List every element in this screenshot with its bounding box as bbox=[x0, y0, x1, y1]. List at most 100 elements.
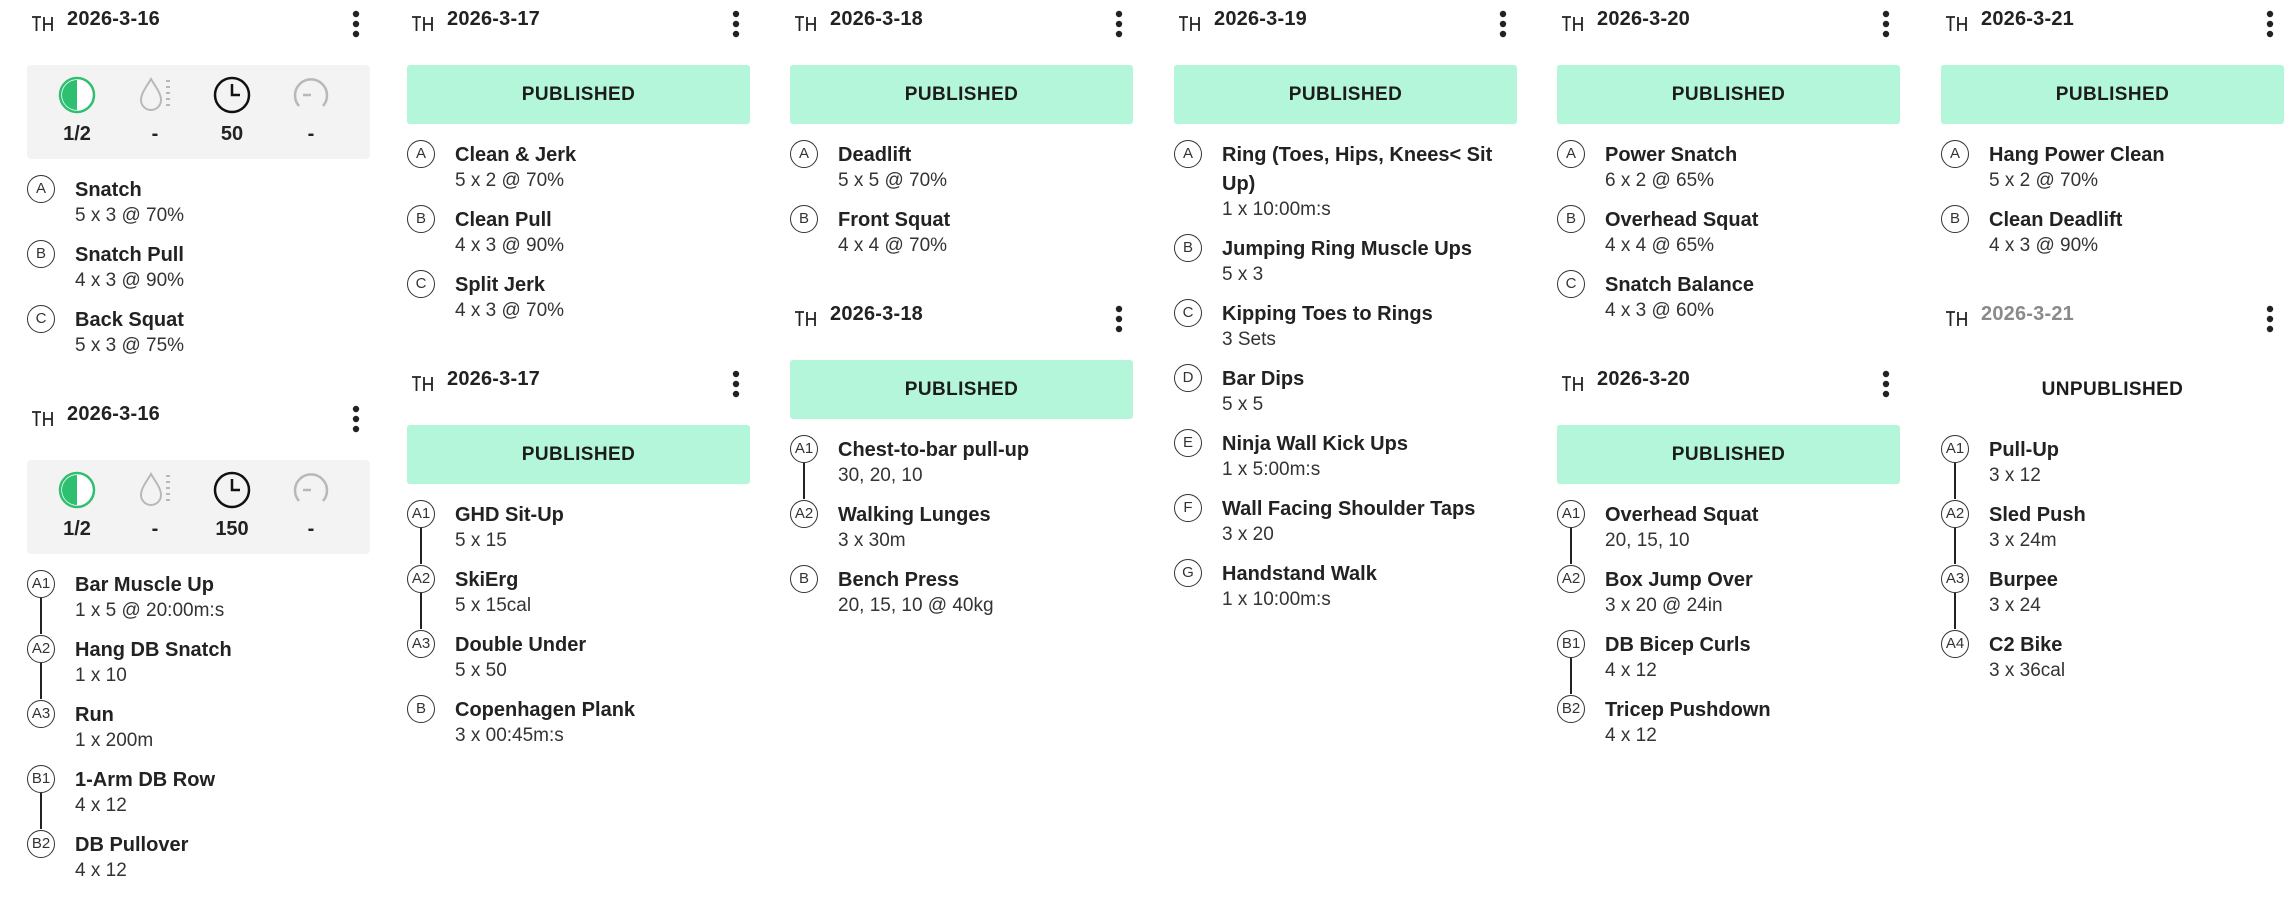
exercise-badge: G bbox=[1174, 559, 1202, 587]
workout-date: 2026-3-21 bbox=[1981, 8, 2074, 30]
kebab-menu-icon[interactable] bbox=[1872, 6, 1900, 42]
list-item[interactable]: B Jumping Ring Muscle Ups 5 x 3 bbox=[1174, 231, 1517, 296]
list-item[interactable]: A4 C2 Bike 3 x 36cal bbox=[1941, 627, 2284, 692]
list-item[interactable]: B Snatch Pull 4 x 3 @ 90% bbox=[27, 237, 370, 302]
kebab-menu-icon[interactable] bbox=[2256, 301, 2284, 337]
superset-connector bbox=[1570, 658, 1572, 694]
kebab-menu-icon[interactable] bbox=[1872, 366, 1900, 402]
exercise-detail: 20, 15, 10 @ 40kg bbox=[838, 595, 994, 616]
kebab-menu-icon[interactable] bbox=[1489, 6, 1517, 42]
workout-card[interactable]: 2026-3-18 PUBLISHED A1 Chest-to-bar pull-up… bbox=[790, 295, 1133, 627]
metric-intensity: - bbox=[281, 75, 341, 146]
workout-card[interactable]: 2026-3-20 PUBLISHED A Power Snatch 6 x 2 @ 6… bbox=[1557, 0, 1900, 332]
list-item[interactable]: B Copenhagen Plank 3 x 00:45m:s bbox=[407, 692, 750, 757]
list-item[interactable]: B2 Tricep Pushdown 4 x 12 bbox=[1557, 692, 1900, 757]
metrics-panel: 1/2 - 50 - bbox=[27, 65, 370, 159]
exercise-name: Bar Dips bbox=[1222, 368, 1305, 390]
list-item[interactable]: A2 Walking Lunges 3 x 30m bbox=[790, 497, 1133, 562]
status-badge[interactable]: PUBLISHED bbox=[790, 360, 1133, 419]
exercise-detail: 3 x 30m bbox=[838, 530, 906, 551]
exercise-detail: 4 x 3 @ 60% bbox=[1605, 300, 1715, 321]
list-item[interactable]: C Kipping Toes to Rings 3 Sets bbox=[1174, 296, 1517, 361]
list-item[interactable]: A Snatch 5 x 3 @ 70% bbox=[27, 172, 370, 237]
list-item[interactable]: A1 Overhead Squat 20, 15, 10 bbox=[1557, 497, 1900, 564]
list-item[interactable]: A2 SkiErg 5 x 15cal bbox=[407, 562, 750, 629]
list-item[interactable]: E Ninja Wall Kick Ups 1 x 5:00m:s bbox=[1174, 426, 1517, 491]
card-header: 2026-3-17 bbox=[407, 0, 750, 42]
list-item[interactable]: A2 Sled Push 3 x 24m bbox=[1941, 497, 2284, 564]
workout-card[interactable]: 2026-3-19 PUBLISHED A Ring (Toes, Hips, Kne… bbox=[1174, 0, 1517, 621]
status-badge[interactable]: PUBLISHED bbox=[407, 425, 750, 484]
workout-card[interactable]: 2026-3-16 1/2 - 150 - A1 Bar Muscle Up 1 x 5 @ … bbox=[27, 395, 370, 892]
kebab-menu-icon[interactable] bbox=[342, 6, 370, 42]
list-item[interactable]: B1 DB Bicep Curls 4 x 12 bbox=[1557, 627, 1900, 694]
workout-card[interactable]: 2026-3-21 UNPUBLISHED A1 Pull-Up 3 x 12 A2 Sle… bbox=[1941, 295, 2284, 692]
status-badge[interactable]: PUBLISHED bbox=[790, 65, 1133, 124]
exercise-name: Overhead Squat bbox=[1605, 504, 1759, 526]
workout-card[interactable]: 2026-3-17 PUBLISHED A Clean & Jerk 5 x 2 @ 7… bbox=[407, 0, 750, 332]
exercise-list: A1 GHD Sit-Up 5 x 15 A2 SkiErg 5 x 15cal A3 Dou… bbox=[407, 497, 750, 757]
workout-date: 2026-3-20 bbox=[1597, 8, 1690, 30]
list-item[interactable]: A Ring (Toes, Hips, Knees< Sit Up) 1 x 10:… bbox=[1174, 137, 1517, 231]
list-item[interactable]: A3 Burpee 3 x 24 bbox=[1941, 562, 2284, 629]
list-item[interactable]: A2 Hang DB Snatch 1 x 10 bbox=[27, 632, 370, 699]
list-item[interactable]: B Overhead Squat 4 x 4 @ 65% bbox=[1557, 202, 1900, 267]
superset-connector bbox=[1954, 463, 1956, 499]
list-item[interactable]: A Clean & Jerk 5 x 2 @ 70% bbox=[407, 137, 750, 202]
list-item[interactable]: A Deadlift 5 x 5 @ 70% bbox=[790, 137, 1133, 202]
kebab-menu-icon[interactable] bbox=[1105, 6, 1133, 42]
status-badge[interactable]: UNPUBLISHED bbox=[1941, 360, 2284, 419]
template-icon bbox=[31, 409, 53, 429]
exercise-badge: A3 bbox=[1941, 565, 1969, 593]
exercise-badge: B2 bbox=[1557, 695, 1585, 723]
exercise-list: A Ring (Toes, Hips, Knees< Sit Up) 1 x 10:… bbox=[1174, 137, 1517, 621]
exercise-name: Kipping Toes to Rings bbox=[1222, 303, 1433, 325]
workout-date: 2026-3-16 bbox=[67, 8, 160, 30]
kebab-menu-icon[interactable] bbox=[342, 401, 370, 437]
list-item[interactable]: A1 Chest-to-bar pull-up 30, 20, 10 bbox=[790, 432, 1133, 499]
exercise-badge: A bbox=[407, 140, 435, 168]
status-badge[interactable]: PUBLISHED bbox=[1557, 65, 1900, 124]
list-item[interactable]: D Bar Dips 5 x 5 bbox=[1174, 361, 1517, 426]
list-item[interactable]: A Hang Power Clean 5 x 2 @ 70% bbox=[1941, 137, 2284, 202]
status-badge[interactable]: PUBLISHED bbox=[407, 65, 750, 124]
kebab-menu-icon[interactable] bbox=[1105, 301, 1133, 337]
status-badge[interactable]: PUBLISHED bbox=[1941, 65, 2284, 124]
exercise-badge: A1 bbox=[1557, 500, 1585, 528]
list-item[interactable]: F Wall Facing Shoulder Taps 3 x 20 bbox=[1174, 491, 1517, 556]
list-item[interactable]: C Snatch Balance 4 x 3 @ 60% bbox=[1557, 267, 1900, 332]
exercise-name: Wall Facing Shoulder Taps bbox=[1222, 498, 1476, 520]
status-badge[interactable]: PUBLISHED bbox=[1557, 425, 1900, 484]
kebab-menu-icon[interactable] bbox=[2256, 6, 2284, 42]
list-item[interactable]: C Split Jerk 4 x 3 @ 70% bbox=[407, 267, 750, 332]
list-item[interactable]: A1 Bar Muscle Up 1 x 5 @ 20:00m:s bbox=[27, 567, 370, 634]
list-item[interactable]: G Handstand Walk 1 x 10:00m:s bbox=[1174, 556, 1517, 621]
list-item[interactable]: A1 GHD Sit-Up 5 x 15 bbox=[407, 497, 750, 564]
workout-date: 2026-3-21 bbox=[1981, 303, 2074, 325]
list-item[interactable]: A3 Double Under 5 x 50 bbox=[407, 627, 750, 692]
list-item[interactable]: B2 DB Pullover 4 x 12 bbox=[27, 827, 370, 892]
day-column: 2026-3-17 PUBLISHED A Clean & Jerk 5 x 2 @ 7… bbox=[407, 0, 750, 757]
workout-card[interactable]: 2026-3-20 PUBLISHED A1 Overhead Squat 20, 15… bbox=[1557, 360, 1900, 757]
workout-card[interactable]: 2026-3-17 PUBLISHED A1 GHD Sit-Up 5 x 15 A2 Sk… bbox=[407, 360, 750, 757]
list-item[interactable]: A Power Snatch 6 x 2 @ 65% bbox=[1557, 137, 1900, 202]
list-item[interactable]: B1 1-Arm DB Row 4 x 12 bbox=[27, 762, 370, 829]
list-item[interactable]: A1 Pull-Up 3 x 12 bbox=[1941, 432, 2284, 499]
list-item[interactable]: A2 Box Jump Over 3 x 20 @ 24in bbox=[1557, 562, 1900, 627]
exercise-detail: 5 x 5 bbox=[1222, 394, 1264, 415]
workout-card[interactable]: 2026-3-18 PUBLISHED A Deadlift 5 x 5 @ 70% B F… bbox=[790, 0, 1133, 267]
kebab-menu-icon[interactable] bbox=[722, 6, 750, 42]
list-item[interactable]: B Bench Press 20, 15, 10 @ 40kg bbox=[790, 562, 1133, 627]
list-item[interactable]: C Back Squat 5 x 3 @ 75% bbox=[27, 302, 370, 367]
workout-card[interactable]: 2026-3-16 1/2 - 50 - A Snatch 5 x 3 @ 70% B Snatc… bbox=[27, 0, 370, 367]
list-item[interactable]: A3 Run 1 x 200m bbox=[27, 697, 370, 762]
list-item[interactable]: B Clean Pull 4 x 3 @ 90% bbox=[407, 202, 750, 267]
exercise-detail: 5 x 3 @ 70% bbox=[75, 205, 185, 226]
workout-card[interactable]: 2026-3-21 PUBLISHED A Hang Power Clean 5 x 2… bbox=[1941, 0, 2284, 267]
list-item[interactable]: B Front Squat 4 x 4 @ 70% bbox=[790, 202, 1133, 267]
status-badge[interactable]: PUBLISHED bbox=[1174, 65, 1517, 124]
card-header: 2026-3-21 bbox=[1941, 295, 2284, 337]
list-item[interactable]: B Clean Deadlift 4 x 3 @ 90% bbox=[1941, 202, 2284, 267]
half-circle-icon bbox=[47, 470, 107, 510]
kebab-menu-icon[interactable] bbox=[722, 366, 750, 402]
